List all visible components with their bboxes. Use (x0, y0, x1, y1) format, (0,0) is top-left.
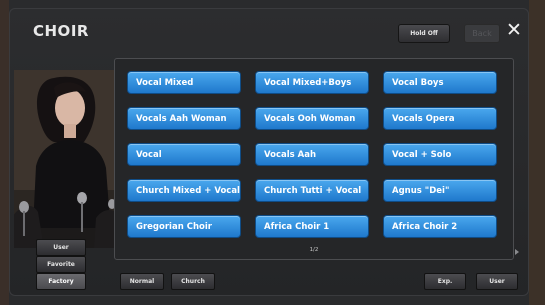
preset-button[interactable]: Africa Choir 1 (255, 215, 369, 238)
page-title: CHOIR (33, 22, 89, 40)
preset-button[interactable]: Africa Choir 2 (383, 215, 497, 238)
singer-illustration (14, 70, 116, 248)
user-button[interactable]: User (476, 273, 518, 290)
normal-button[interactable]: Normal (120, 273, 164, 290)
preset-button[interactable]: Church Tutti + Vocal (255, 179, 369, 202)
preset-list-area: Vocal Mixed Vocal Mixed+Boys Vocal Boys … (114, 58, 514, 260)
preset-button[interactable]: Gregorian Choir (127, 215, 241, 238)
preset-button[interactable]: Vocal (127, 143, 241, 166)
hold-off-button[interactable]: Hold Off (398, 24, 450, 43)
close-icon[interactable]: ✕ (503, 19, 525, 41)
preset-button[interactable]: Vocals Opera (383, 107, 497, 130)
preset-button[interactable]: Vocals Ooh Woman (255, 107, 369, 130)
back-button[interactable]: Back (464, 24, 500, 43)
exp-button[interactable]: Exp. (424, 273, 466, 290)
preset-button[interactable]: Vocal Boys (383, 71, 497, 94)
preset-button[interactable]: Church Mixed + Vocal (127, 179, 241, 202)
bank-user-button[interactable]: User (36, 239, 86, 256)
preset-button[interactable]: Vocal Mixed+Boys (255, 71, 369, 94)
preset-button[interactable]: Vocals Aah (255, 143, 369, 166)
page-indicator: 1/2 (309, 247, 319, 253)
bank-favorite-button[interactable]: Favorite (36, 256, 86, 273)
choir-singer-photo (14, 70, 116, 248)
preset-button[interactable]: Agnus "Dei" (383, 179, 497, 202)
preset-button[interactable]: Vocal + Solo (383, 143, 497, 166)
preset-button[interactable]: Vocal Mixed (127, 71, 241, 94)
next-page-arrow-icon[interactable] (515, 249, 519, 255)
background-right (529, 0, 545, 305)
bank-factory-button[interactable]: Factory (36, 273, 86, 290)
church-button[interactable]: Church (171, 273, 215, 290)
background-left (0, 0, 9, 305)
preset-button[interactable]: Vocals Aah Woman (127, 107, 241, 130)
